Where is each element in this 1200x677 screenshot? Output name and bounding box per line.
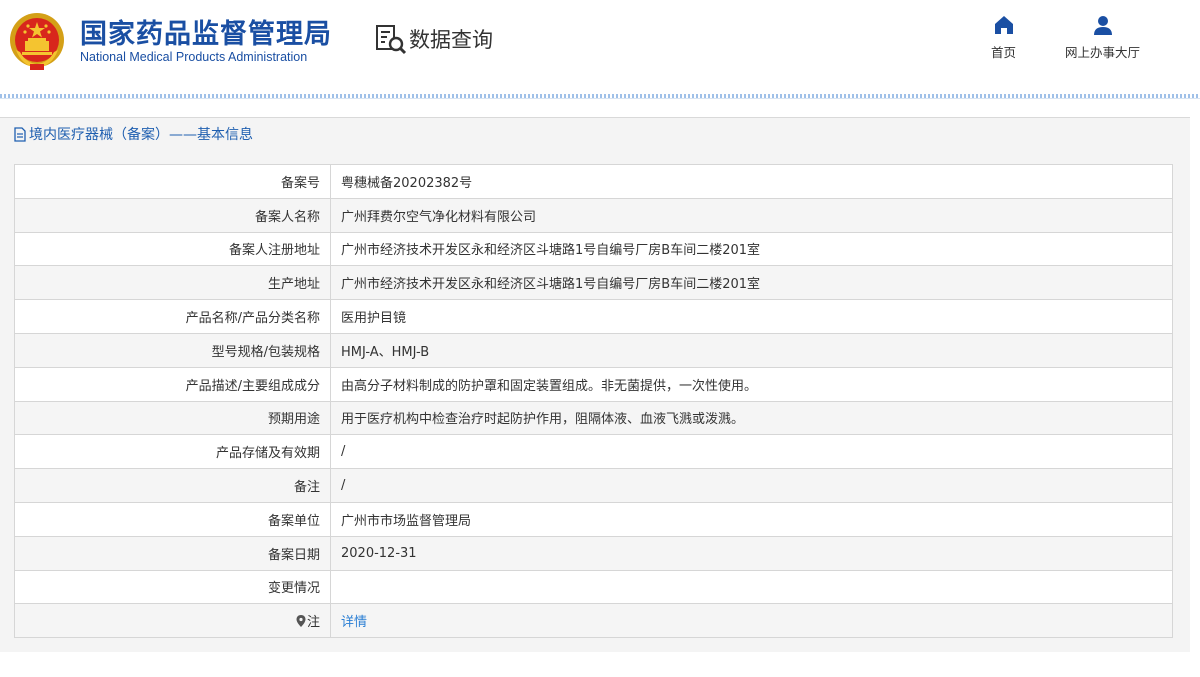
data-query-link[interactable]: 数据查询 — [374, 22, 493, 56]
national-emblem-icon[interactable] — [8, 10, 66, 72]
table-row: 产品描述/主要组成成分 由高分子材料制成的防护罩和固定装置组成。非无菌提供，一次… — [14, 366, 1173, 402]
row-value: 医用护目镜 — [330, 299, 1173, 334]
header-divider-line — [0, 98, 1200, 99]
row-value: 由高分子材料制成的防护罩和固定装置组成。非无菌提供，一次性使用。 — [330, 366, 1173, 402]
table-row: 产品存储及有效期 / — [14, 434, 1173, 470]
detail-table-wrap: 备案号 粤穗械备20202382号 备案人名称 广州拜费尔空气净化材料有限公司 … — [14, 164, 1173, 639]
table-row: 备案人注册地址 广州市经济技术开发区永和经济区斗塘路1号自编号厂房B车间二楼20… — [14, 231, 1173, 267]
panel-title-text: 境内医疗器械（备案）——基本信息 — [29, 127, 253, 143]
row-label: 变更情况 — [14, 569, 331, 605]
home-icon — [994, 16, 1013, 34]
row-value: HMJ-A、HMJ-B — [330, 332, 1173, 368]
row-label: 备案人注册地址 — [14, 231, 331, 267]
row-label: 型号规格/包装规格 — [14, 332, 331, 368]
row-value: 用于医疗机构中检查治疗时起防护作用，阻隔体液、血液飞溅或泼溅。 — [330, 400, 1173, 436]
pin-icon — [296, 615, 306, 628]
site-header: 国家药品监督管理局 National Medical Products Admi… — [0, 0, 1200, 99]
row-label: 备案人名称 — [14, 197, 331, 233]
row-label: 产品名称/产品分类名称 — [14, 299, 331, 334]
panel-title: 境内医疗器械（备案）——基本信息 — [0, 118, 1190, 150]
row-label: 注 — [306, 615, 320, 631]
nav-home[interactable]: 首页 — [991, 14, 1016, 61]
row-value: 2020-12-31 — [330, 535, 1173, 571]
row-value: 广州拜费尔空气净化材料有限公司 — [330, 197, 1173, 233]
brand-name-cn[interactable]: 国家药品监督管理局 — [80, 12, 332, 51]
nav-online-service-hall[interactable]: 网上办事大厅 — [1065, 14, 1140, 61]
table-row: 注 详情 — [14, 603, 1173, 639]
note-value-cell: 详情 — [330, 603, 1173, 639]
document-search-icon — [376, 25, 407, 55]
user-icon — [1093, 16, 1112, 35]
row-value: 广州市经济技术开发区永和经济区斗塘路1号自编号厂房B车间二楼201室 — [330, 231, 1173, 267]
nav-home-label: 首页 — [991, 45, 1017, 60]
row-label: 预期用途 — [14, 400, 331, 436]
details-link[interactable]: 详情 — [341, 615, 367, 630]
table-row: 预期用途 用于医疗机构中检查治疗时起防护作用，阻隔体液、血液飞溅或泼溅。 — [14, 400, 1173, 436]
data-query-label: 数据查询 — [409, 28, 493, 52]
nav-hall-label: 网上办事大厅 — [1065, 45, 1141, 60]
row-value: / — [330, 434, 1173, 470]
note-label-cell: 注 — [14, 603, 331, 639]
row-value: 粤穗械备20202382号 — [330, 164, 1173, 199]
document-icon — [14, 126, 26, 142]
row-label: 备案单位 — [14, 501, 331, 537]
table-row: 备案号 粤穗械备20202382号 — [14, 164, 1173, 199]
row-label: 产品描述/主要组成成分 — [14, 366, 331, 402]
row-value: 广州市市场监督管理局 — [330, 501, 1173, 537]
brand-name-en[interactable]: National Medical Products Administration — [80, 50, 307, 64]
row-value — [330, 569, 1173, 605]
row-value: / — [330, 468, 1173, 503]
table-row: 产品名称/产品分类名称 医用护目镜 — [14, 299, 1173, 334]
row-label: 备案号 — [14, 164, 331, 199]
row-label: 生产地址 — [14, 265, 331, 301]
row-label: 备案日期 — [14, 535, 331, 571]
row-value: 广州市经济技术开发区永和经济区斗塘路1号自编号厂房B车间二楼201室 — [330, 265, 1173, 301]
table-row: 备案日期 2020-12-31 — [14, 535, 1173, 571]
row-label: 备注 — [14, 468, 331, 503]
info-panel: 境内医疗器械（备案）——基本信息 备案号 粤穗械备20202382号 备案人名称… — [0, 117, 1190, 652]
table-row: 备注 / — [14, 468, 1173, 503]
table-row: 生产地址 广州市经济技术开发区永和经济区斗塘路1号自编号厂房B车间二楼201室 — [14, 265, 1173, 301]
detail-table: 备案号 粤穗械备20202382号 备案人名称 广州拜费尔空气净化材料有限公司 … — [14, 164, 1173, 639]
table-row: 备案单位 广州市市场监督管理局 — [14, 501, 1173, 537]
table-row: 备案人名称 广州拜费尔空气净化材料有限公司 — [14, 197, 1173, 233]
table-row: 型号规格/包装规格 HMJ-A、HMJ-B — [14, 332, 1173, 368]
table-row: 变更情况 — [14, 569, 1173, 605]
row-label: 产品存储及有效期 — [14, 434, 331, 470]
